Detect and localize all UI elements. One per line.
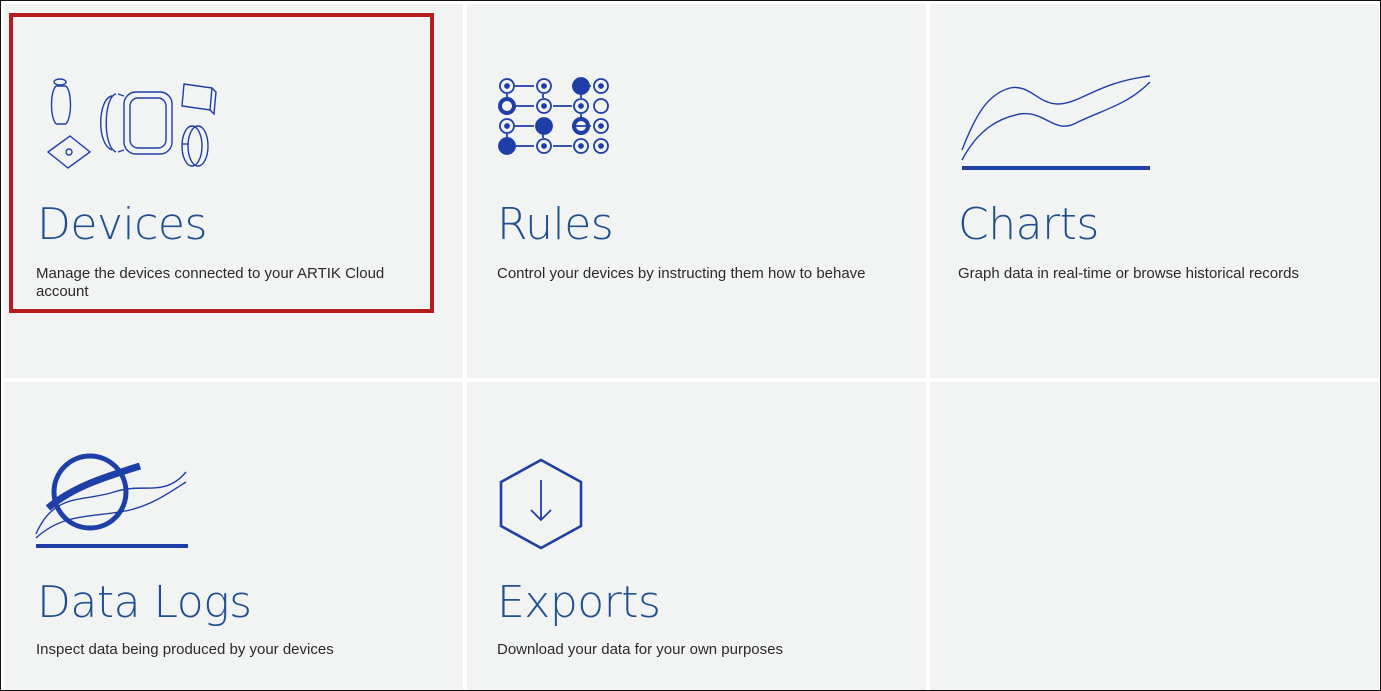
tile-charts[interactable]: Charts Graph data in real-time or browse… (930, 4, 1379, 378)
dashboard-grid: Devices Manage the devices connected to … (0, 0, 1381, 691)
data-logs-icon (35, 453, 188, 548)
tile-exports[interactable]: Exports Download your data for your own … (467, 382, 926, 690)
charts-icon (961, 75, 1151, 170)
tile-devices[interactable]: Devices Manage the devices connected to … (4, 4, 463, 378)
tile-title: Devices (37, 199, 207, 250)
tile-data-logs[interactable]: Data Logs Inspect data being produced by… (4, 382, 463, 690)
tile-description: Graph data in real-time or browse histor… (958, 265, 1299, 282)
exports-icon (499, 458, 583, 550)
tile-title: Data Logs (37, 577, 252, 628)
tile-description: Inspect data being produced by your devi… (36, 641, 334, 658)
tile-empty (930, 382, 1379, 690)
tile-title: Charts (958, 199, 1099, 250)
tile-title: Rules (497, 199, 614, 250)
tile-description: Manage the devices connected to your ART… (36, 265, 385, 300)
rules-icon (498, 77, 609, 155)
tile-description: Control your devices by instructing them… (497, 265, 866, 282)
tile-description: Download your data for your own purposes (497, 641, 783, 658)
devices-icon (46, 78, 217, 169)
tile-rules[interactable]: Rules Control your devices by instructin… (467, 4, 926, 378)
tile-title: Exports (497, 577, 661, 628)
